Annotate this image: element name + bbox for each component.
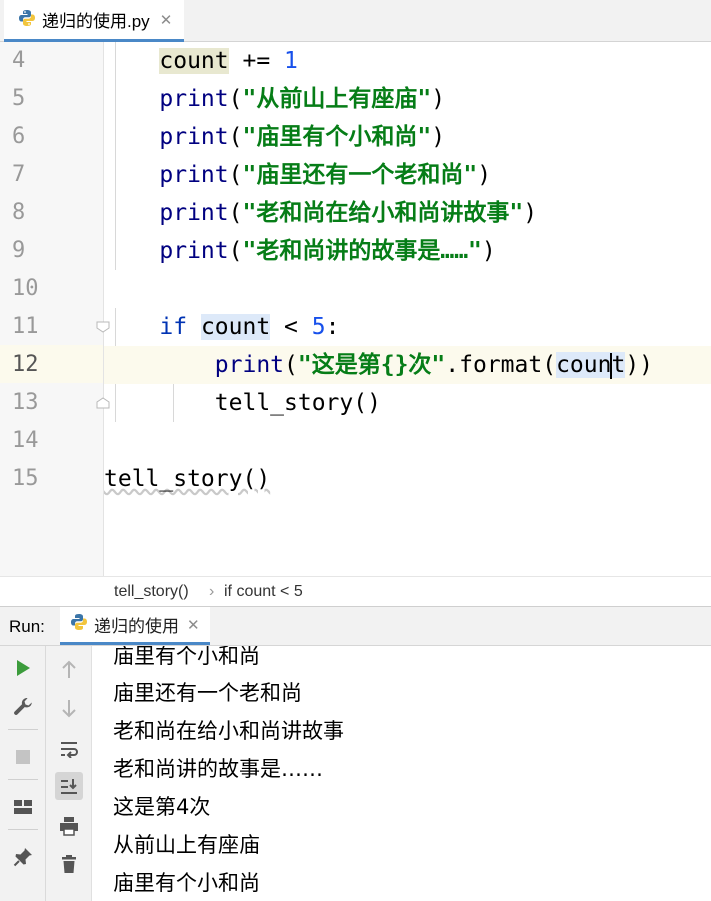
console-output-line: 庙里还有一个老和尚 xyxy=(113,681,302,705)
string-literal: "这是第{}次" xyxy=(297,352,446,378)
builtin-call: print xyxy=(214,352,285,378)
string-literal: "老和尚在给小和尚讲故事" xyxy=(242,200,524,226)
run-toolbar-primary xyxy=(0,646,46,901)
console-output-line: 老和尚在给小和尚讲故事 xyxy=(113,719,344,743)
run-config-tab[interactable]: 递归的使用 ✕ xyxy=(60,607,210,645)
function-call: tell_story() xyxy=(214,390,381,416)
number-literal: 5 xyxy=(311,314,326,340)
identifier-highlight: count xyxy=(159,48,229,74)
code-line: tell_story() xyxy=(104,384,711,422)
breadcrumb-separator-icon: › xyxy=(209,583,215,600)
code-line: print("老和尚讲的故事是……") xyxy=(159,238,496,264)
keyword: if xyxy=(159,314,188,340)
run-icon[interactable] xyxy=(9,654,37,682)
print-icon[interactable] xyxy=(55,812,83,840)
python-file-icon xyxy=(18,9,36,31)
console-output-line: 从前山上有座庙 xyxy=(113,833,260,857)
toolbar-separator xyxy=(8,829,38,830)
code-line: if count < 5: xyxy=(159,314,340,340)
breadcrumb: tell_story() › if count < 5 xyxy=(0,576,711,606)
close-icon[interactable]: ✕ xyxy=(160,11,173,29)
console-output-line: 老和尚讲的故事是…… xyxy=(113,757,323,781)
line-number: 10 xyxy=(12,276,39,301)
builtin-call: print xyxy=(159,238,229,264)
line-number: 7 xyxy=(12,162,26,187)
run-tab-label: 递归的使用 xyxy=(94,617,179,636)
editor-tab-label: 递归的使用.py xyxy=(42,12,150,31)
code-editor[interactable]: 4 5 6 7 8 9 10 11 12 13 14 15 count += 1… xyxy=(0,42,711,576)
run-title: Run: xyxy=(9,617,45,636)
close-icon[interactable]: ✕ xyxy=(187,616,200,634)
down-arrow-icon[interactable] xyxy=(55,694,83,722)
string-literal: "庙里有个小和尚" xyxy=(242,124,432,150)
builtin-call: print xyxy=(159,162,229,188)
line-number: 8 xyxy=(12,200,26,225)
run-toolbar-secondary xyxy=(46,646,92,901)
line-number: 11 xyxy=(12,314,39,339)
builtin-call: print xyxy=(159,200,229,226)
code-line-current: print("这是第{}次".format(count)) xyxy=(104,346,711,384)
layout-icon[interactable] xyxy=(9,793,37,821)
trash-icon[interactable] xyxy=(55,850,83,878)
string-literal: "庙里还有一个老和尚" xyxy=(242,162,478,188)
identifier-highlight: count xyxy=(200,314,271,340)
scroll-to-end-icon[interactable] xyxy=(55,772,83,800)
toolbar-separator xyxy=(8,729,38,730)
line-number: 15 xyxy=(12,466,39,491)
code-line: print("老和尚在给小和尚讲故事") xyxy=(159,200,538,226)
string-literal: "从前山上有座庙" xyxy=(242,86,432,112)
function-call: tell_story() xyxy=(104,466,271,492)
code-line: print("从前山上有座庙") xyxy=(159,86,446,112)
pin-icon[interactable] xyxy=(9,843,37,871)
line-number: 14 xyxy=(12,428,39,453)
python-icon xyxy=(70,613,88,636)
breadcrumb-item[interactable]: if count < 5 xyxy=(224,583,303,601)
console-output-line: 庙里有个小和尚 xyxy=(113,871,260,895)
identifier-highlight: count xyxy=(556,352,626,379)
line-number: 9 xyxy=(12,238,26,263)
up-arrow-icon[interactable] xyxy=(55,656,83,684)
line-number: 12 xyxy=(12,352,39,377)
builtin-call: print xyxy=(159,86,229,112)
toolbar-separator xyxy=(8,779,38,780)
line-number: 5 xyxy=(12,86,26,111)
editor-tab-bar: 递归的使用.py ✕ xyxy=(0,0,711,42)
code-line: print("庙里有个小和尚") xyxy=(159,124,446,150)
builtin-call: print xyxy=(159,124,229,150)
string-literal: "老和尚讲的故事是……" xyxy=(242,238,482,264)
console-output-line: 庙里有个小和尚 xyxy=(113,646,260,668)
line-number: 13 xyxy=(12,390,39,415)
soft-wrap-icon[interactable] xyxy=(55,735,83,763)
run-tool-window-header: Run: 递归的使用 ✕ xyxy=(0,606,711,646)
stop-icon[interactable] xyxy=(9,743,37,771)
breadcrumb-item[interactable]: tell_story() xyxy=(114,583,189,601)
run-console: 庙里有个小和尚 庙里还有一个老和尚 老和尚在给小和尚讲故事 老和尚讲的故事是……… xyxy=(0,646,711,901)
wrench-icon[interactable] xyxy=(9,693,37,721)
code-line: count += 1 xyxy=(159,48,298,74)
number-literal: 1 xyxy=(284,48,298,74)
line-number: 6 xyxy=(12,124,26,149)
code-line: print("庙里还有一个老和尚") xyxy=(159,162,492,188)
editor-tab[interactable]: 递归的使用.py ✕ xyxy=(4,0,185,42)
code-line: tell_story() xyxy=(104,460,711,498)
console-output-line: 这是第4次 xyxy=(113,795,211,819)
line-number: 4 xyxy=(12,48,26,73)
